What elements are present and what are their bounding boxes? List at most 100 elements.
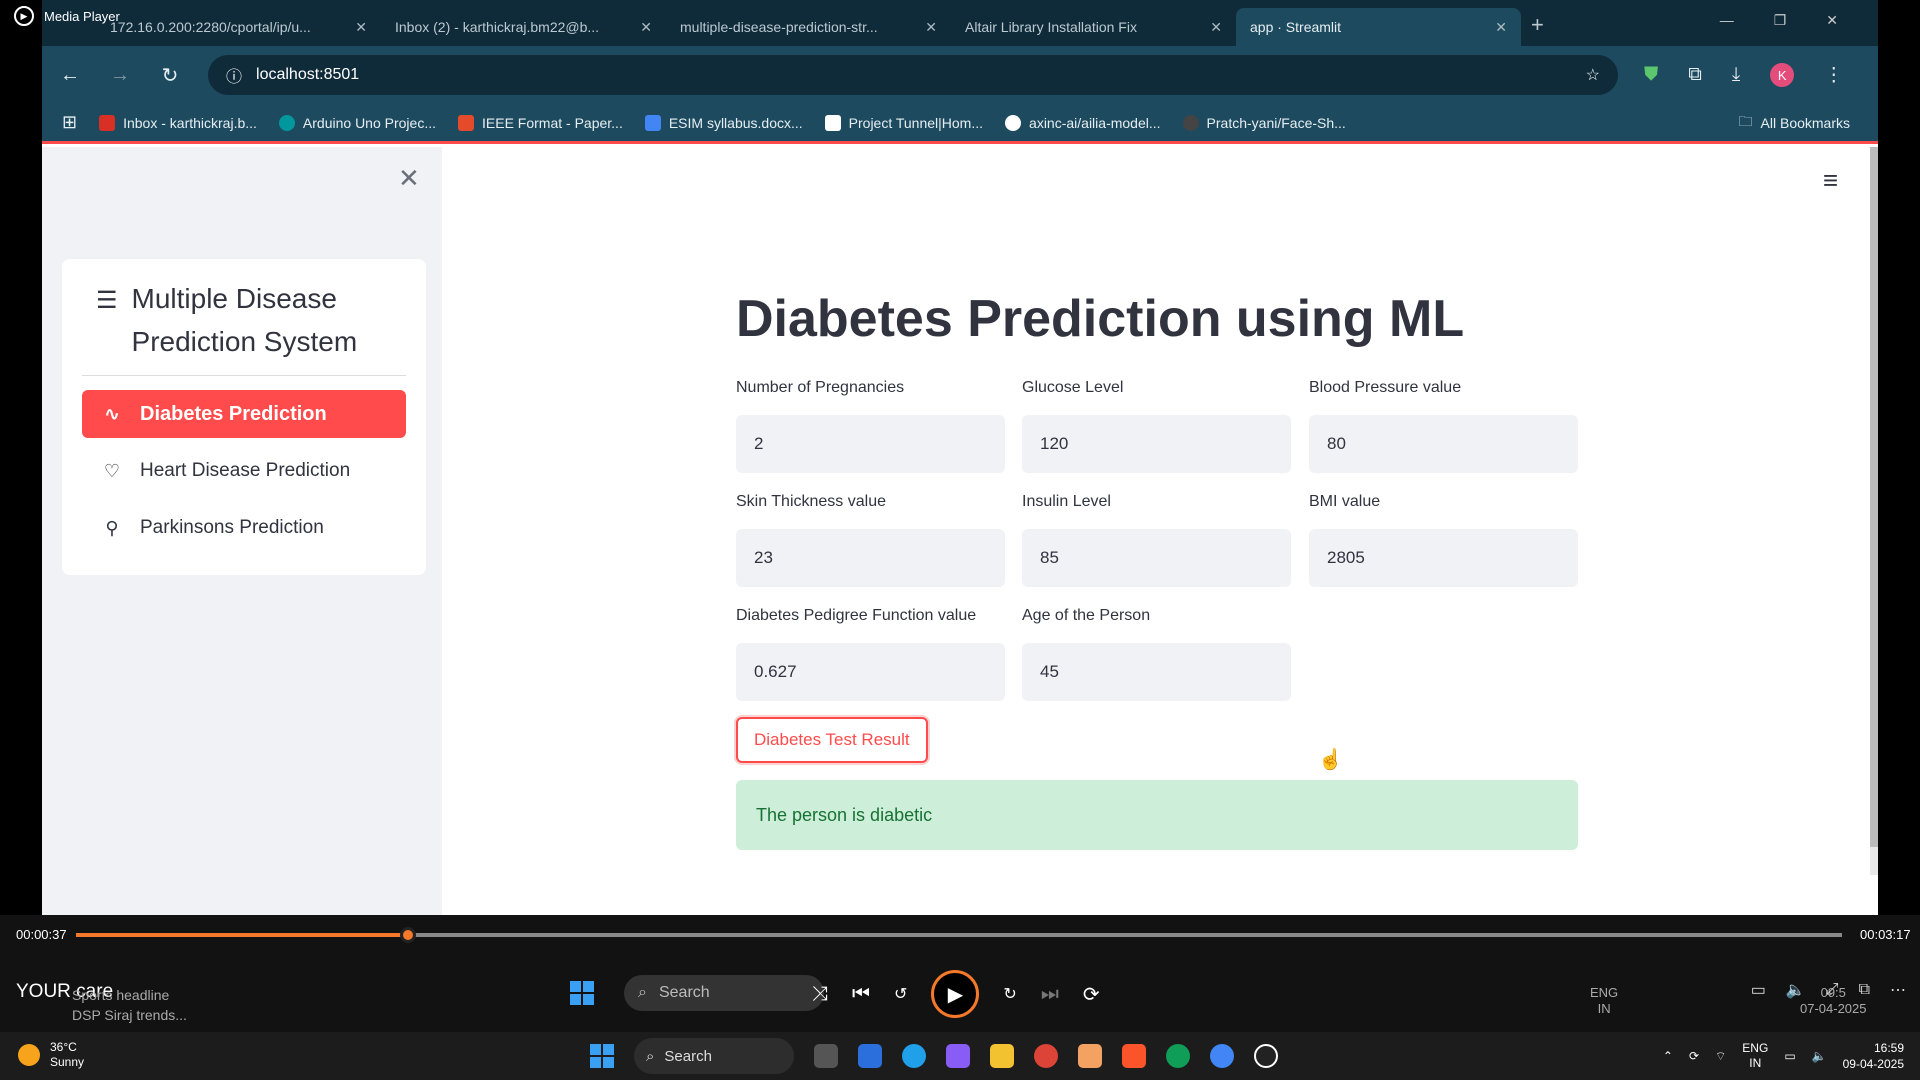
pedigree-field: Diabetes Pedigree Function value 0.627 <box>736 607 1005 701</box>
sidebar: ✕ ☰ Multiple Disease Prediction System ∿… <box>42 147 442 915</box>
apps-grid-icon[interactable]: ⊞ <box>62 112 77 133</box>
weather-widget[interactable]: 36°C Sunny <box>18 1040 84 1070</box>
more-options-icon[interactable]: ⋯ <box>1890 980 1906 1000</box>
brave-icon[interactable] <box>1122 1044 1146 1068</box>
miniplayer-icon[interactable]: ⧉ <box>1859 981 1870 999</box>
forward-icon[interactable]: → <box>108 64 132 87</box>
shield-extension-icon[interactable]: ⛊ <box>1644 64 1658 86</box>
media-player-logo-icon: ▶ <box>14 6 34 26</box>
windows-start-icon[interactable] <box>590 1044 614 1068</box>
overleaf-icon <box>458 114 474 131</box>
bmi-input[interactable]: 2805 <box>1309 529 1578 587</box>
field-label: Glucose Level <box>1022 379 1124 396</box>
ghost-news-widget: Sports headline DSP Siraj trends... <box>72 985 187 1025</box>
bookmark-label: IEEE Format - Paper... <box>482 114 623 131</box>
store-icon[interactable] <box>858 1044 882 1068</box>
sidebar-item-parkinsons[interactable]: ⚲ Parkinsons Prediction <box>82 504 406 552</box>
scrollbar-thumb[interactable] <box>1870 147 1878 847</box>
temperature: 36°C <box>50 1040 77 1054</box>
repeat-off-icon[interactable]: ⟳ <box>1083 982 1100 1007</box>
extensions-icon[interactable]: ⧉ <box>1688 64 1702 86</box>
folder-icon: 🗀 <box>1738 112 1753 129</box>
media-player-icon[interactable] <box>1254 1044 1278 1068</box>
language-indicator[interactable]: ENG IN <box>1742 1041 1768 1071</box>
age-input[interactable]: 45 <box>1022 643 1291 701</box>
copilot-icon[interactable] <box>946 1044 970 1068</box>
region-text: IN <box>1749 1056 1762 1070</box>
taskbar-clock[interactable]: 16:59 09-04-2025 <box>1843 1040 1904 1072</box>
ghost-tray: ENG IN <box>1590 985 1618 1017</box>
ghost-taskbar: ⌕ Search <box>570 975 824 1011</box>
bookmark-item[interactable]: axinc-ai/ailia-model... <box>1005 114 1161 131</box>
download-icon[interactable]: ⤓ <box>1732 64 1740 86</box>
display-icon[interactable]: ▭ <box>1784 1049 1795 1063</box>
pregnancies-field: Number of Pregnancies 2 <box>736 379 1005 473</box>
media-player-controls: 00:00:37 00:03:17 YOUR care Sports headl… <box>0 915 1920 1040</box>
volume-icon[interactable]: 🔈 <box>1786 980 1806 1000</box>
fullscreen-icon[interactable]: ⤢ <box>1826 981 1839 999</box>
clock-time: 16:59 <box>1873 1041 1904 1055</box>
skin-thickness-field: Skin Thickness value 23 <box>736 493 1005 587</box>
taskbar-search-label: Search <box>664 1047 712 1065</box>
media-player-titlebar: ▶ Media Player <box>0 0 1920 32</box>
seek-knob[interactable] <box>400 927 416 943</box>
hamburger-menu-icon[interactable]: ≡ <box>1823 165 1838 196</box>
sync-icon[interactable]: ⟳ <box>1689 1049 1699 1063</box>
page-scrollbar[interactable] <box>1870 147 1878 875</box>
streamlit-app: ✕ ☰ Multiple Disease Prediction System ∿… <box>42 147 1878 915</box>
pedigree-input[interactable]: 0.627 <box>736 643 1005 701</box>
edge-icon[interactable] <box>902 1044 926 1068</box>
bookmark-item[interactable]: Inbox - karthickraj.b... <box>99 114 257 131</box>
chevron-up-icon[interactable]: ⌃ <box>1663 1049 1673 1063</box>
bookmark-item[interactable]: Project Tunnel|Hom... <box>824 114 983 131</box>
skin-thickness-input[interactable]: 23 <box>736 529 1005 587</box>
bookmark-item[interactable]: Pratch-yani/Face-Sh... <box>1182 114 1346 131</box>
total-time: 00:03:17 <box>1860 927 1911 942</box>
volume-icon[interactable]: 🔈 <box>1812 1049 1827 1063</box>
insulin-input[interactable]: 85 <box>1022 529 1291 587</box>
bookmark-star-icon[interactable]: ☆ <box>1586 65 1600 85</box>
blood-pressure-input[interactable]: 80 <box>1309 415 1578 473</box>
sidebar-item-heart[interactable]: ♡ Heart Disease Prediction <box>82 447 406 495</box>
all-bookmarks[interactable]: 🗀 All Bookmarks <box>1739 111 1850 135</box>
forward-30-icon[interactable]: ↻ <box>1003 984 1016 1004</box>
bookmark-item[interactable]: Arduino Uno Projec... <box>278 114 436 131</box>
bookmark-item[interactable]: IEEE Format - Paper... <box>458 114 623 131</box>
task-view-icon[interactable] <box>814 1044 838 1068</box>
seek-bar[interactable] <box>76 927 1842 943</box>
chrome-profile-icon[interactable] <box>1210 1044 1234 1068</box>
heart-icon: ♡ <box>103 460 121 481</box>
field-label: BMI value <box>1309 493 1381 510</box>
sidebar-item-diabetes[interactable]: ∿ Diabetes Prediction <box>82 390 406 438</box>
glucose-input[interactable]: 120 <box>1022 415 1291 473</box>
bookmark-label: Pratch-yani/Face-Sh... <box>1206 114 1346 131</box>
close-sidebar-icon[interactable]: ✕ <box>398 163 420 194</box>
shuffle-icon[interactable]: ⤨ <box>812 983 828 1006</box>
profile-avatar[interactable]: K <box>1770 63 1795 87</box>
bookmark-label: Inbox - karthickraj.b... <box>123 114 257 131</box>
diabetes-test-result-button[interactable]: Diabetes Test Result <box>736 717 928 763</box>
site-info-icon[interactable]: ⓘ <box>226 63 242 87</box>
playback-controls: ⤨ ⏮ ↺ ▶ ↻ ⏭ ⟳ <box>812 970 1100 1018</box>
play-button[interactable]: ▶ <box>931 970 980 1018</box>
app-icon[interactable] <box>1078 1044 1102 1068</box>
player-right-controls: ▭ 🔈 ⤢ ⧉ ⋯ <box>1751 980 1906 1000</box>
pregnancies-input[interactable]: 2 <box>736 415 1005 473</box>
captions-icon[interactable]: ▭ <box>1751 980 1766 1000</box>
taskbar-search[interactable]: ⌕ Search <box>634 1038 794 1074</box>
bookmark-item[interactable]: ESIM syllabus.docx... <box>644 114 803 131</box>
all-bookmarks-label: All Bookmarks <box>1760 114 1850 131</box>
reload-icon[interactable]: ↻ <box>158 63 182 88</box>
next-icon[interactable]: ⏭ <box>1041 983 1059 1006</box>
browser-menu-icon[interactable]: ⋮ <box>1824 64 1843 87</box>
chrome-profile-icon[interactable] <box>1166 1044 1190 1068</box>
gmail-icon <box>99 114 116 131</box>
back-icon[interactable]: ← <box>58 64 82 87</box>
chrome-icon[interactable] <box>1034 1044 1058 1068</box>
rewind-10-icon[interactable]: ↺ <box>894 984 907 1004</box>
network-icon[interactable]: ⌔ <box>1715 1049 1726 1064</box>
previous-icon[interactable]: ⏮ <box>852 983 870 1006</box>
address-bar[interactable]: ⓘ localhost:8501 ☆ <box>208 55 1618 95</box>
taskbar-apps: ⌕ Search <box>590 1038 1278 1074</box>
file-explorer-icon[interactable] <box>990 1044 1014 1068</box>
